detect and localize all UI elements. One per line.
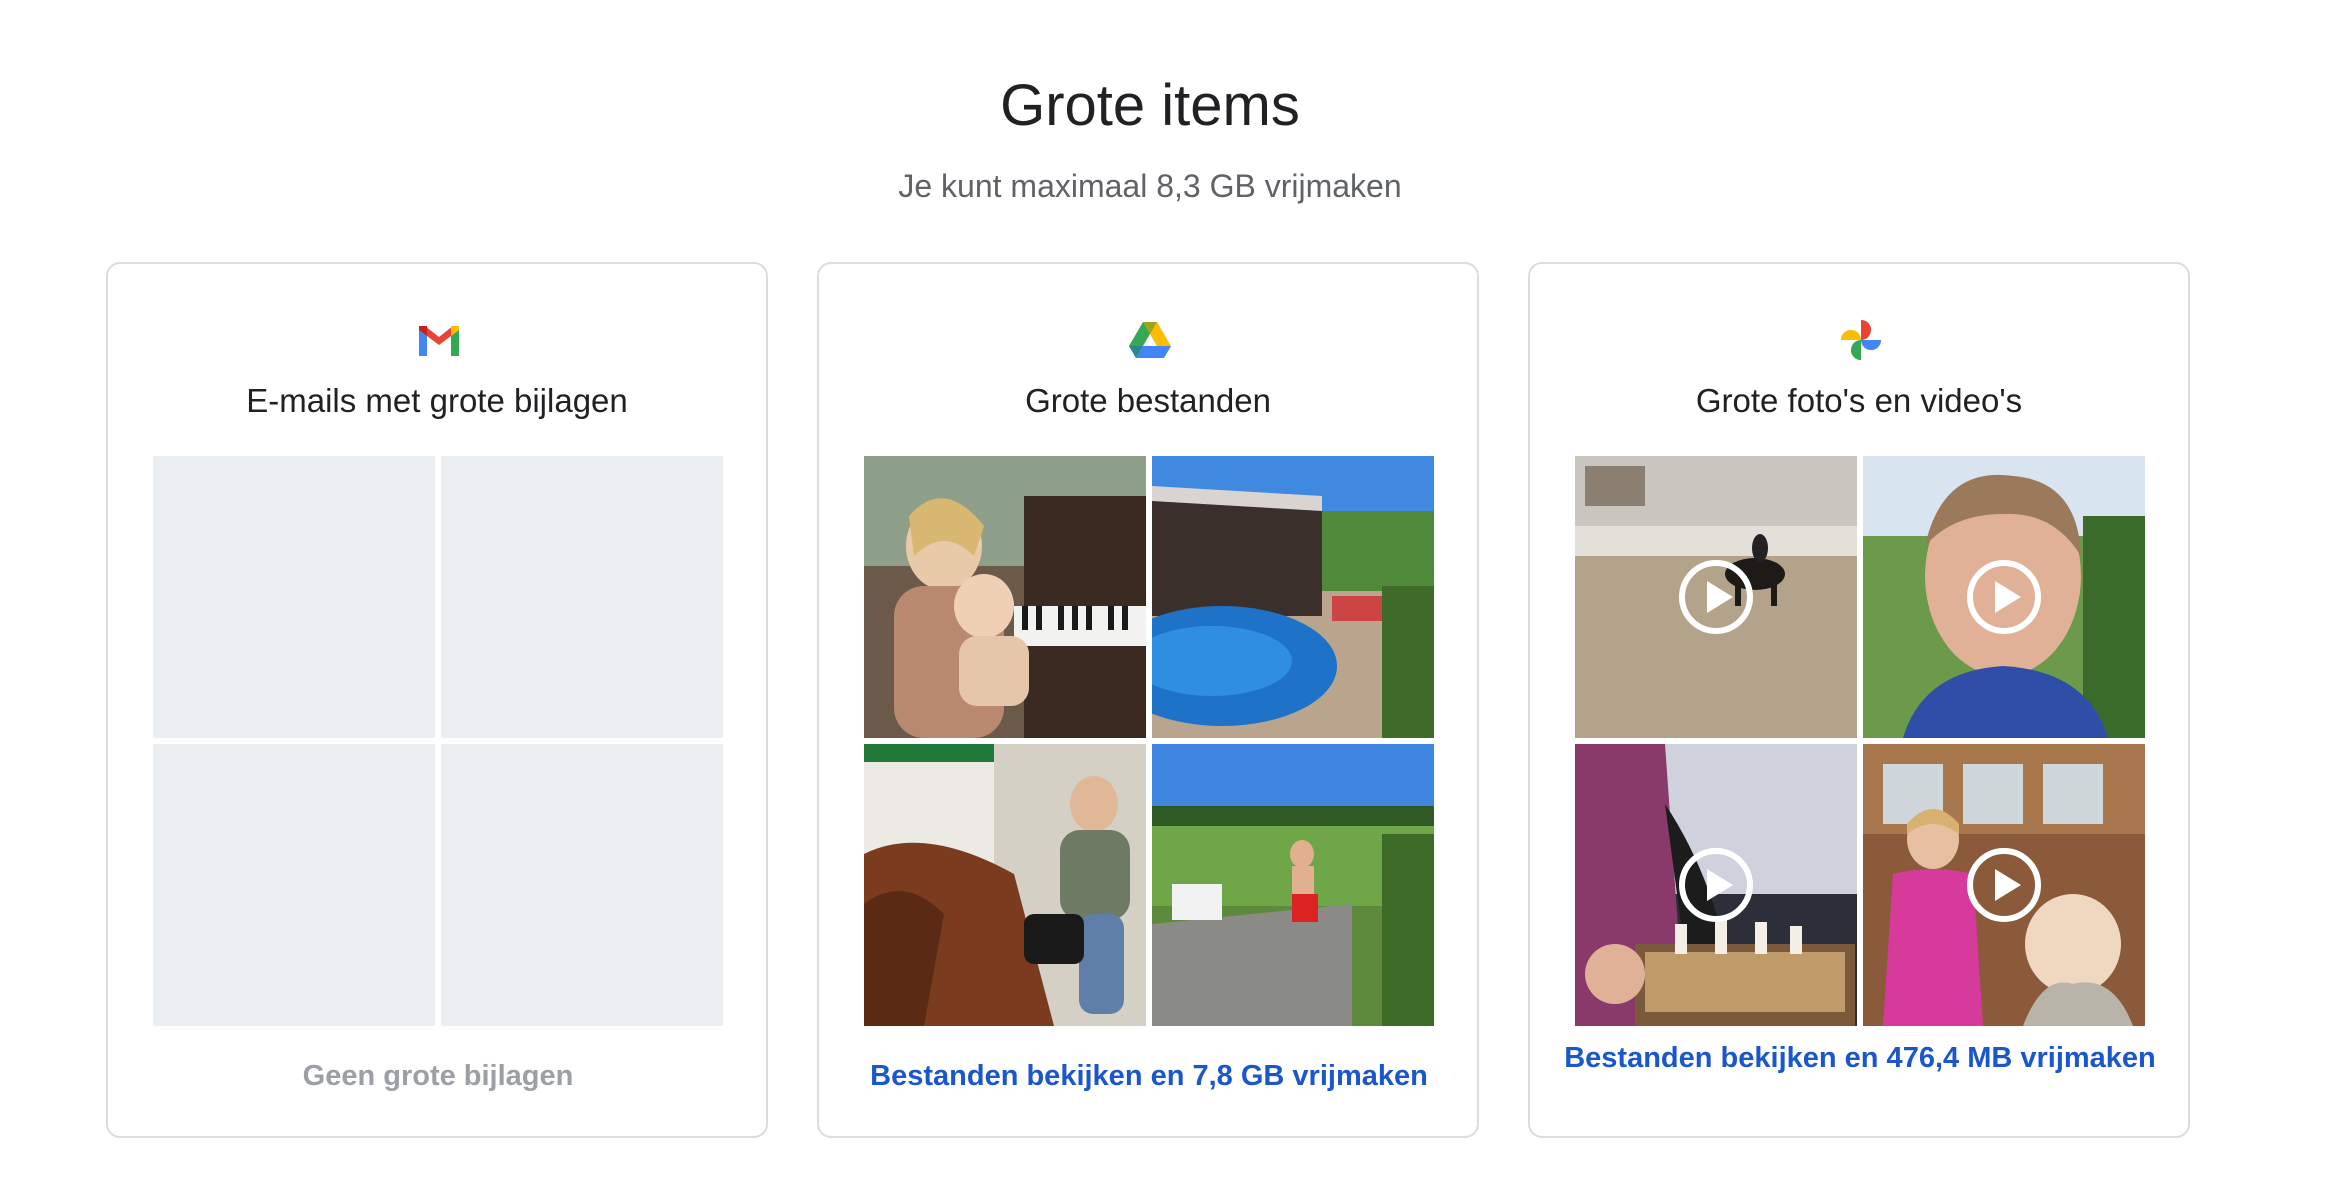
attachment-thumbnail-grid <box>153 456 723 1026</box>
pool-photo-thumbnail <box>1152 456 1434 738</box>
card-large-files: Grote bestanden Bestanden bekijken en 7,… <box>817 262 1479 1138</box>
play-icon <box>1679 560 1753 634</box>
horse-riding-photo-thumbnail <box>864 744 1146 1026</box>
view-media-link[interactable]: Bestanden bekijken en 476,4 MB vrijmaken <box>1550 1040 2170 1076</box>
card-large-photos-videos: Grote foto's en video's Bestanden bekijk… <box>1528 262 2190 1138</box>
empty-placeholder-tile <box>441 456 723 738</box>
empty-placeholder-tile <box>441 744 723 1026</box>
card-title: Grote bestanden <box>1025 382 1271 419</box>
file-thumbnail-grid <box>864 456 1434 1026</box>
video-thumbnail[interactable] <box>1863 744 2145 1026</box>
media-thumbnail-grid <box>1575 456 2145 1026</box>
file-thumbnail[interactable] <box>864 456 1146 738</box>
file-thumbnail[interactable] <box>1152 456 1434 738</box>
gmail-icon <box>419 326 459 356</box>
card-title: E-mails met grote bijlagen <box>246 382 628 419</box>
file-thumbnail[interactable] <box>1152 744 1434 1026</box>
google-drive-icon <box>1129 322 1171 358</box>
card-title: Grote foto's en video's <box>1695 382 2023 419</box>
video-thumbnail[interactable] <box>1575 456 1857 738</box>
piano-photo-thumbnail <box>864 456 1146 738</box>
garden-photo-thumbnail <box>1152 744 1434 1026</box>
view-files-link[interactable]: Bestanden bekijken en 7,8 GB vrijmaken <box>839 1058 1459 1094</box>
page-subtitle: Je kunt maximaal 8,3 GB vrijmaken <box>898 168 1402 204</box>
no-large-attachments-text: Geen grote bijlagen <box>302 1060 574 1092</box>
page-title: Grote items <box>1000 73 1300 138</box>
empty-placeholder-tile <box>153 744 435 1026</box>
play-icon <box>1967 560 2041 634</box>
google-photos-icon <box>1841 320 1881 360</box>
video-thumbnail[interactable] <box>1863 456 2145 738</box>
empty-placeholder-tile <box>153 456 435 738</box>
large-items-page: Grote items Je kunt maximaal 8,3 GB vrij… <box>0 0 2340 1192</box>
card-emails-large-attachments: E-mails met grote bijlagen Geen grote bi… <box>106 262 768 1138</box>
play-icon <box>1967 848 2041 922</box>
video-thumbnail[interactable] <box>1575 744 1857 1026</box>
play-icon <box>1679 848 1753 922</box>
file-thumbnail[interactable] <box>864 744 1146 1026</box>
